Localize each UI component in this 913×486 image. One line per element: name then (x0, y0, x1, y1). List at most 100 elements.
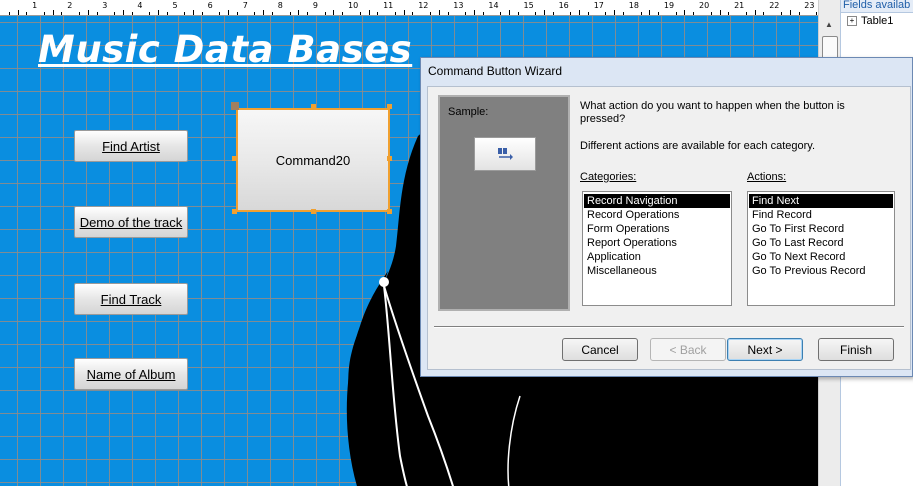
field-list-item-table1[interactable]: + Table1 (847, 15, 893, 27)
ruler-tick (298, 10, 300, 15)
ruler-number: 21 (734, 1, 745, 10)
ruler-tick (649, 10, 651, 15)
ruler-tick (403, 10, 405, 15)
ruler-tick (184, 12, 186, 15)
action-go-to-first-record[interactable]: Go To First Record (749, 222, 893, 236)
ruler-tick (693, 12, 695, 15)
ruler-tick (377, 12, 379, 15)
next-button[interactable]: Next > (727, 338, 803, 361)
ruler-number: 16 (558, 1, 569, 10)
category-report-operations[interactable]: Report Operations (584, 236, 730, 250)
resize-handle-left[interactable] (232, 156, 237, 161)
finish-button[interactable]: Finish (818, 338, 894, 361)
ruler-number: 5 (172, 1, 178, 10)
ruler-tick (517, 12, 519, 15)
ruler-tick (675, 12, 677, 15)
ruler-number: 9 (312, 1, 318, 10)
resize-handle-bottom-right[interactable] (387, 209, 392, 214)
category-application[interactable]: Application (584, 250, 730, 264)
move-handle[interactable] (231, 102, 239, 110)
ruler-number: 8 (277, 1, 283, 10)
expand-plus-icon[interactable]: + (847, 16, 857, 26)
ruler-number: 1 (32, 1, 38, 10)
categories-listbox[interactable]: Record Navigation Record Operations Form… (582, 191, 732, 306)
find-artist-button[interactable]: Find Artist (74, 130, 188, 162)
back-button[interactable]: < Back (650, 338, 726, 361)
category-miscellaneous[interactable]: Miscellaneous (584, 264, 730, 278)
ruler-tick (201, 12, 203, 15)
ruler-tick (8, 12, 10, 15)
ruler-tick (149, 12, 151, 15)
ruler-number: 6 (207, 1, 213, 10)
ruler-tick (61, 12, 63, 15)
ruler-tick (96, 12, 98, 15)
category-record-operations[interactable]: Record Operations (584, 208, 730, 222)
ruler-number: 14 (488, 1, 499, 10)
wizard-body: Sample: What action do you want to happe… (427, 86, 911, 370)
ruler-tick (728, 12, 730, 15)
ruler-tick (614, 10, 616, 15)
ruler-tick (219, 12, 221, 15)
ruler-number: 17 (593, 1, 604, 10)
ruler-tick (122, 10, 124, 15)
name-of-album-button[interactable]: Name of Album (74, 358, 188, 390)
ruler-tick (359, 12, 361, 15)
categories-label: Categories: (580, 171, 637, 183)
ruler-number: 19 (663, 1, 675, 10)
ruler-tick (552, 12, 554, 15)
ruler-tick (535, 12, 537, 15)
ruler-tick (157, 10, 159, 15)
ruler-tick (465, 12, 467, 15)
resize-handle-right[interactable] (387, 156, 392, 161)
ruler-number: 18 (628, 1, 639, 10)
resize-handle-top-right[interactable] (387, 104, 392, 109)
ruler-tick (570, 12, 572, 15)
ruler-tick (816, 12, 818, 15)
ruler-tick (780, 12, 782, 15)
ruler-tick (623, 12, 625, 15)
command20-button[interactable]: Command20 (236, 108, 390, 212)
ruler-tick (447, 12, 449, 15)
ruler-tick (254, 12, 256, 15)
scroll-up-arrow-icon[interactable]: ▲ (822, 20, 836, 32)
resize-handle-top[interactable] (311, 104, 316, 109)
ruler-tick (272, 12, 274, 15)
action-find-next[interactable]: Find Next (749, 194, 893, 208)
form-title[interactable]: Music Data Bases (38, 28, 412, 71)
ruler-tick (579, 10, 581, 15)
demo-of-the-track-button[interactable]: Demo of the track (74, 206, 188, 238)
ruler-tick (17, 10, 19, 15)
find-next-icon (498, 148, 513, 160)
ruler-tick (719, 10, 721, 15)
cancel-button[interactable]: Cancel (562, 338, 638, 361)
ruler-tick (43, 12, 45, 15)
ruler-number: 22 (769, 1, 780, 10)
ruler-tick (131, 12, 133, 15)
ruler-tick (500, 12, 502, 15)
ruler-tick (798, 12, 800, 15)
ruler-number: 15 (523, 1, 534, 10)
ruler-number: 3 (102, 1, 108, 10)
ruler-number: 23 (804, 1, 815, 10)
ruler-number: 12 (418, 1, 429, 10)
category-form-operations[interactable]: Form Operations (584, 222, 730, 236)
action-find-record[interactable]: Find Record (749, 208, 893, 222)
actions-listbox[interactable]: Find Next Find Record Go To First Record… (747, 191, 895, 306)
resize-handle-bottom[interactable] (311, 209, 316, 214)
ruler-tick (166, 12, 168, 15)
ruler-tick (438, 10, 440, 15)
action-go-to-last-record[interactable]: Go To Last Record (749, 236, 893, 250)
category-record-navigation[interactable]: Record Navigation (584, 194, 730, 208)
resize-handle-bottom-left[interactable] (232, 209, 237, 214)
ruler-tick (587, 12, 589, 15)
action-go-to-previous-record[interactable]: Go To Previous Record (749, 264, 893, 278)
ruler-tick (289, 12, 291, 15)
ruler-number: 10 (348, 1, 359, 10)
ruler-tick (763, 12, 765, 15)
ruler-tick (342, 12, 344, 15)
ruler-number: 7 (242, 1, 248, 10)
ruler-tick (52, 10, 54, 15)
action-go-to-next-record[interactable]: Go To Next Record (749, 250, 893, 264)
ruler-tick (394, 12, 396, 15)
find-track-button[interactable]: Find Track (74, 283, 188, 315)
